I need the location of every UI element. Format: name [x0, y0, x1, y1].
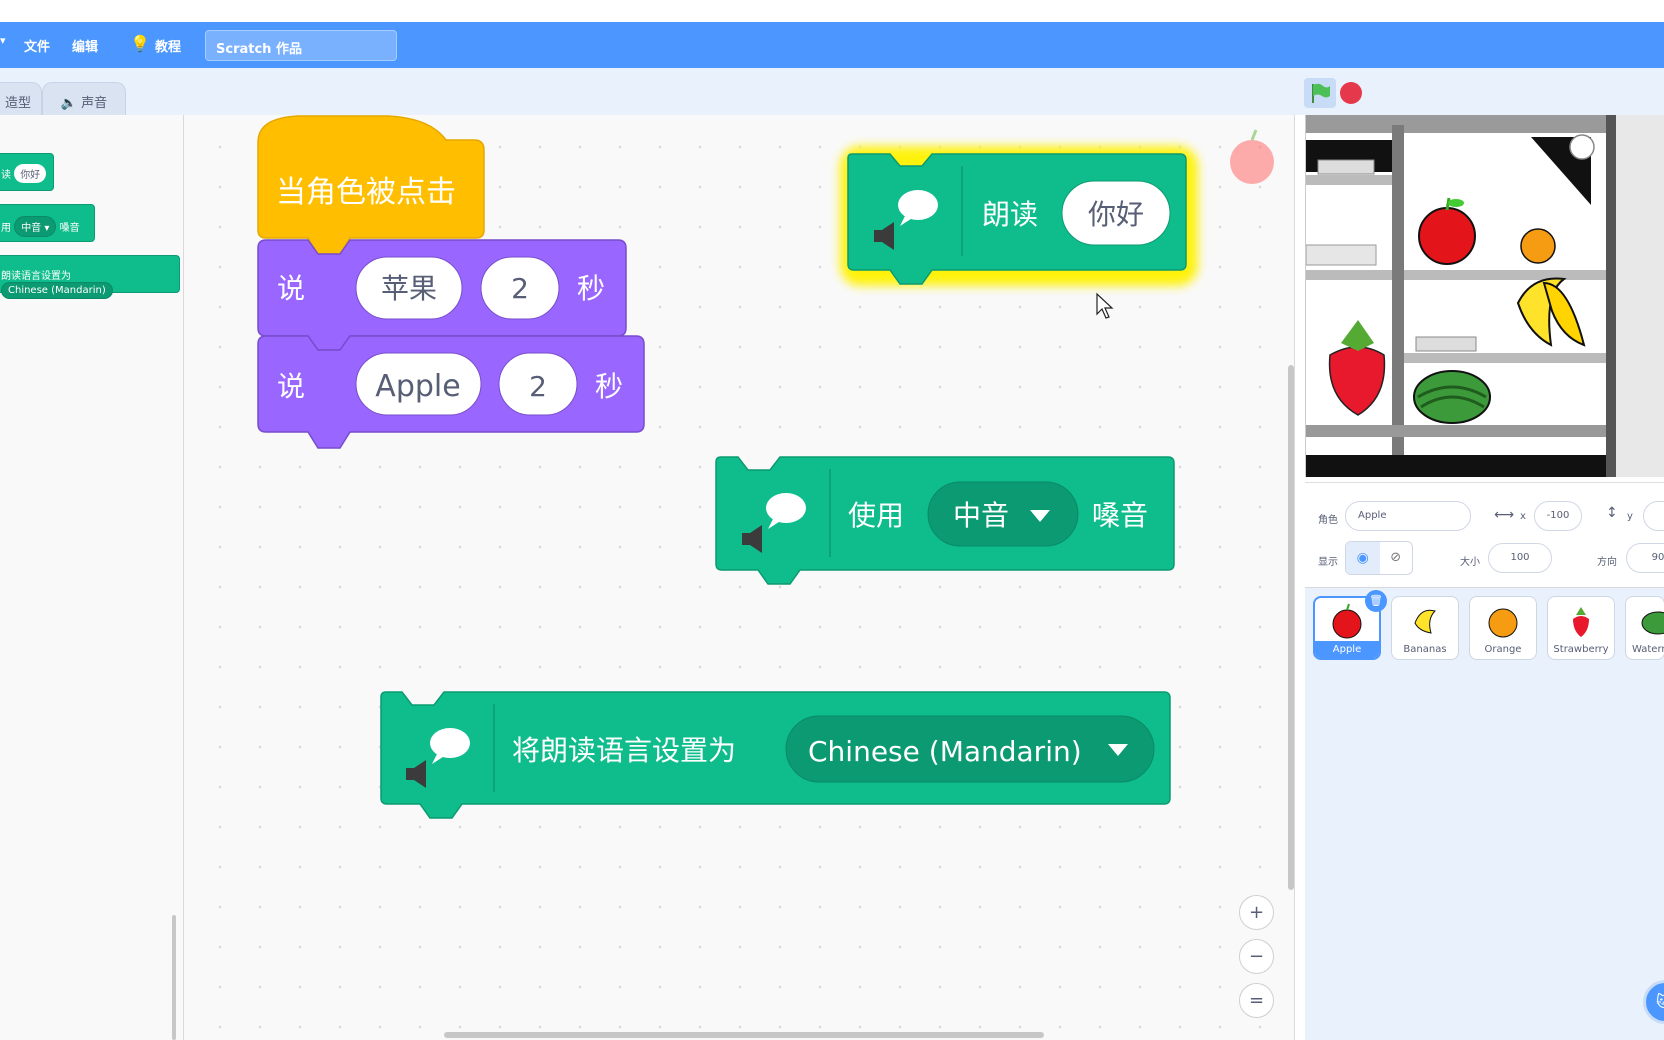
direction-label: 方向 [1597, 557, 1617, 568]
zoom-in-icon: + [1248, 902, 1265, 923]
speak-block[interactable]: 朗读 你好 [840, 146, 1198, 286]
y-arrow-icon: ↕ [1606, 505, 1618, 521]
set-voice-block[interactable]: 使用 中音 嗓音 [715, 456, 1175, 585]
orange-icon [1488, 608, 1518, 638]
say-for-secs-block-1[interactable]: 说 苹果 2 秒 [257, 239, 627, 351]
voice-dropdown-value: 中音 [953, 499, 1009, 532]
stop-button[interactable] [1340, 82, 1362, 104]
bananas-icon [1414, 609, 1436, 634]
green-flag-icon [1312, 83, 1330, 103]
green-flag-button[interactable] [1304, 78, 1336, 108]
watermelon-icon [1641, 611, 1664, 635]
say-for-secs-block-2[interactable]: 说 Apple 2 秒 [257, 335, 645, 449]
zoom-out-icon: − [1248, 946, 1265, 967]
zoom-in-button[interactable]: + [1239, 895, 1274, 930]
say-secs-text: 2 [511, 272, 529, 305]
eye-icon[interactable]: ◉ [1346, 542, 1380, 574]
show-label: 显示 [1318, 557, 1338, 568]
fullscreen-toggle-icon[interactable] [1569, 134, 1595, 160]
say-secs-text: 2 [529, 370, 547, 403]
say-message-text: Apple [375, 369, 460, 404]
trash-icon: 🗑 [1369, 594, 1383, 607]
size-input[interactable]: 100 [1488, 543, 1552, 573]
workspace-scrollbar-horizontal[interactable] [444, 1032, 1044, 1038]
hat-block-label: 当角色被点击 [276, 175, 456, 210]
sprite-tile-strawberry[interactable]: Strawberry [1547, 596, 1615, 660]
speak-text-value: 你好 [1088, 198, 1144, 231]
delete-sprite-button[interactable]: 🗑 [1365, 590, 1387, 612]
zoom-out-button[interactable]: − [1239, 939, 1274, 974]
y-input[interactable]: 6 [1643, 501, 1664, 531]
zoom-reset-button[interactable]: = [1239, 983, 1274, 1018]
say-label: 说 [277, 370, 305, 403]
direction-input[interactable]: 90 [1626, 543, 1664, 573]
mouse-cursor-icon [1096, 292, 1114, 319]
say-unit-label: 秒 [595, 370, 623, 403]
zoom-reset-icon: = [1248, 990, 1265, 1011]
language-dropdown-value: Chinese (Mandarin) [808, 735, 1082, 768]
speak-label: 朗读 [982, 198, 1038, 231]
sprite-name-label: 角色 [1318, 515, 1338, 526]
x-label: x [1520, 511, 1526, 522]
sprite-tile-apple[interactable]: Apple 🗑 [1313, 590, 1387, 660]
voice-prefix-label: 使用 [848, 499, 904, 532]
strawberry-icon [1573, 607, 1589, 637]
language-label: 将朗读语言设置为 [512, 734, 736, 767]
say-message-text: 苹果 [381, 272, 437, 305]
workspace-scrollbar-vertical[interactable] [1288, 365, 1294, 890]
sprite-info-panel: 角色 Apple ⟷ x -100 ↕ y 6 显示 ◉ ⊘ 大小 100 方向… [1305, 482, 1664, 587]
stage-watermelon-sprite[interactable] [1413, 370, 1491, 424]
y-label: y [1627, 511, 1633, 522]
sprite-name-input[interactable]: Apple [1345, 501, 1471, 531]
sprite-tile-orange[interactable]: Orange [1469, 596, 1537, 660]
stage-backdrop-fridge [1306, 115, 1664, 477]
eye-hidden-icon[interactable]: ⊘ [1380, 542, 1413, 574]
sprite-list: Apple 🗑 Bananas Orange Strawberry Waterm… [1305, 587, 1664, 1040]
set-language-block[interactable]: 将朗读语言设置为 Chinese (Mandarin) [380, 691, 1171, 819]
sprite-tile-bananas[interactable]: Bananas [1391, 596, 1459, 660]
stage-canvas[interactable] [1305, 115, 1664, 477]
sprite-tile-watermelon[interactable]: Watermelon [1625, 596, 1664, 660]
add-sprite-button[interactable]: 🐱 [1643, 980, 1664, 1024]
stage-orange-sprite[interactable] [1520, 228, 1556, 264]
say-unit-label: 秒 [577, 272, 605, 305]
visibility-toggle: ◉ ⊘ [1345, 541, 1413, 575]
script-blocks-layer: 当角色被点击 说 苹果 2 秒 说 Apple 2 秒 朗读 你好 使用 中音 … [257, 115, 1274, 819]
when-sprite-clicked-hat-block[interactable]: 当角色被点击 [257, 115, 485, 255]
cat-icon: 🐱 [1656, 992, 1664, 1011]
x-input[interactable]: -100 [1534, 501, 1582, 531]
x-arrow-icon: ⟷ [1494, 507, 1515, 523]
voice-suffix-label: 嗓音 [1092, 499, 1148, 532]
say-label: 说 [277, 272, 305, 305]
sprite-apple-icon [1230, 129, 1274, 184]
size-label: 大小 [1460, 557, 1480, 568]
